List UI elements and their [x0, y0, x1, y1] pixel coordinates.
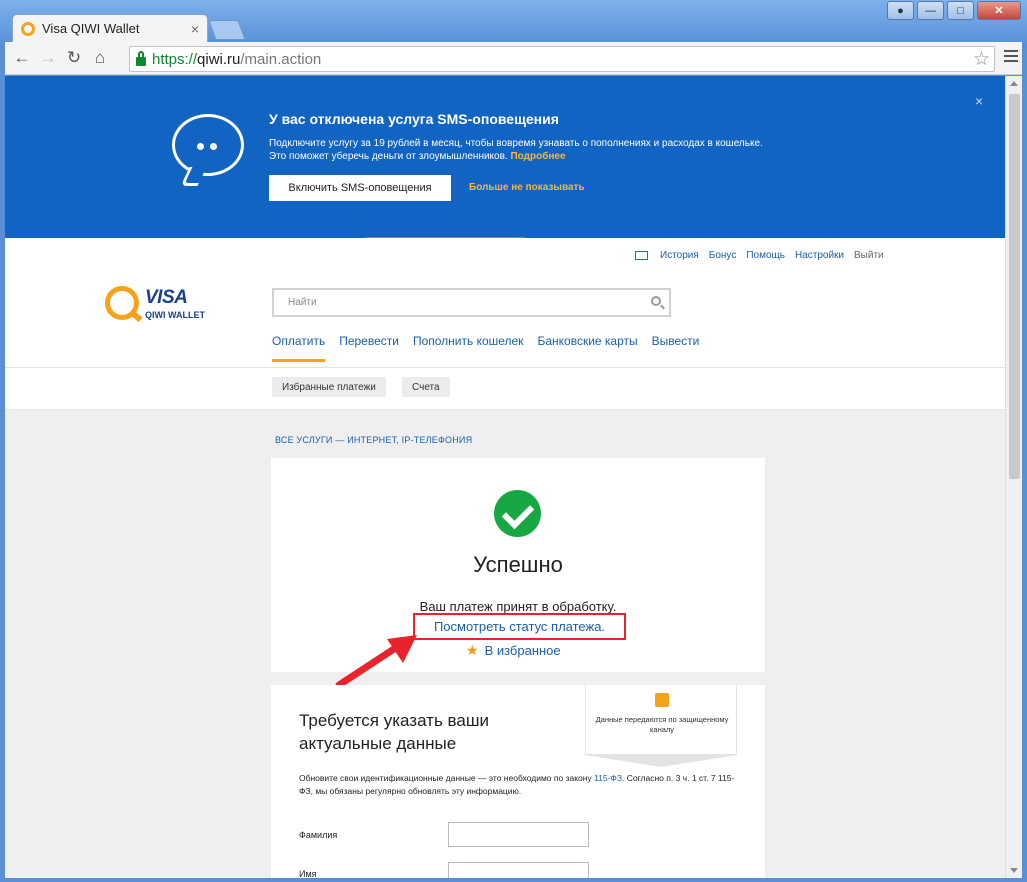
- padlock-icon: [655, 693, 669, 707]
- breadcrumb[interactable]: ВСЕ УСЛУГИ — ИНТЕРНЕТ, IP-ТЕЛЕФОНИЯ: [275, 435, 472, 445]
- red-pointer-arrow-icon: [335, 635, 417, 689]
- window-controls: ● — □ ✕: [887, 1, 1021, 20]
- add-to-favorites-link[interactable]: ★ В избранное: [466, 642, 561, 659]
- banner-text: Подключите услугу за 19 рублей в месяц, …: [269, 138, 763, 162]
- scroll-thumb[interactable]: [1009, 94, 1020, 479]
- nav-bank-cards[interactable]: Банковские карты: [537, 334, 637, 362]
- mail-icon[interactable]: [635, 251, 648, 260]
- favorite-payments-tab[interactable]: Избранные платежи: [272, 377, 386, 397]
- success-message: Ваш платеж принят в обработку.: [419, 599, 617, 614]
- dont-show-again-link[interactable]: Больше не показывать: [469, 182, 585, 193]
- search-icon[interactable]: [651, 296, 661, 306]
- new-tab-button[interactable]: [208, 20, 246, 40]
- view-payment-status-link[interactable]: Посмотреть статус платежа.: [413, 613, 626, 640]
- chat-bubble-icon: [172, 114, 244, 176]
- update-data-title: Требуется указать ваши актуальные данные: [299, 711, 489, 753]
- back-arrow-icon[interactable]: ←: [9, 45, 35, 71]
- help-link[interactable]: Помощь: [746, 250, 785, 261]
- settings-link[interactable]: Настройки: [795, 250, 844, 261]
- bookmark-star-icon[interactable]: ☆: [973, 48, 990, 71]
- forward-arrow-icon[interactable]: →: [35, 45, 61, 71]
- qiwi-logo-icon: [105, 286, 139, 320]
- update-info-text: Обновите свои идентификационные данные —…: [299, 773, 735, 796]
- secure-lock-icon: [136, 50, 146, 66]
- banner-title: У вас отключена услуга SMS-оповещения: [269, 111, 559, 127]
- enable-sms-button[interactable]: Включить SMS-оповещения: [269, 175, 451, 201]
- window-titlebar: Visa QIWI Wallet × ● — □ ✕: [0, 0, 1027, 42]
- account-links: История Бонус Помощь Настройки Выйти: [635, 250, 884, 261]
- page-scrollbar[interactable]: [1005, 76, 1022, 878]
- scroll-down-icon[interactable]: [1010, 868, 1018, 873]
- banner-close-icon[interactable]: ×: [975, 93, 983, 109]
- scroll-up-icon[interactable]: [1010, 81, 1018, 86]
- name-label: Имя: [299, 869, 317, 878]
- minimize-button[interactable]: —: [917, 1, 944, 20]
- sub-navigation: Избранные платежи Счета: [5, 368, 1005, 410]
- qiwi-favicon-icon: [21, 21, 35, 36]
- surname-field[interactable]: [448, 822, 589, 847]
- checkmark-icon: [494, 490, 541, 537]
- nav-withdraw[interactable]: Вывести: [652, 334, 700, 362]
- history-link[interactable]: История: [660, 250, 699, 261]
- secure-channel-badge: Данные передаются по защищенному каналу: [585, 685, 737, 767]
- browser-menu-icon[interactable]: [1004, 50, 1018, 65]
- url-text: https://qiwi.ru/main.action: [152, 50, 322, 68]
- law-115-link[interactable]: 115-ФЗ: [594, 773, 622, 783]
- close-window-button[interactable]: ✕: [977, 1, 1021, 20]
- reload-icon[interactable]: ↻: [61, 45, 87, 71]
- home-icon[interactable]: ⌂: [87, 45, 113, 71]
- main-nav: Оплатить Перевести Пополнить кошелек Бан…: [272, 334, 699, 362]
- bonus-link[interactable]: Бонус: [709, 250, 737, 261]
- bills-tab[interactable]: Счета: [402, 377, 450, 397]
- nav-transfer[interactable]: Перевести: [339, 334, 399, 362]
- nav-pay[interactable]: Оплатить: [272, 334, 326, 362]
- surname-label: Фамилия: [299, 830, 338, 840]
- search-input[interactable]: Найти: [272, 288, 671, 317]
- maximize-button[interactable]: □: [947, 1, 974, 20]
- tab-close-icon[interactable]: ×: [191, 21, 199, 37]
- visa-qiwi-wallet-logo[interactable]: VISA QIWI WALLET: [105, 282, 225, 332]
- star-icon: ★: [466, 642, 479, 658]
- more-info-link[interactable]: Подробнее: [510, 151, 565, 162]
- nav-topup[interactable]: Пополнить кошелек: [413, 334, 524, 362]
- page-viewport: У вас отключена услуга SMS-оповещения По…: [5, 76, 1022, 878]
- browser-toolbar: ← → ↻ ⌂ https://qiwi.ru/main.action ☆: [5, 42, 1022, 75]
- browser-tab[interactable]: Visa QIWI Wallet ×: [12, 14, 208, 42]
- logout-link[interactable]: Выйти: [854, 250, 884, 261]
- update-data-card: Требуется указать ваши актуальные данные…: [271, 685, 765, 878]
- success-title: Успешно: [473, 552, 563, 577]
- site-header: История Бонус Помощь Настройки Выйти VIS…: [5, 238, 1005, 368]
- address-bar[interactable]: https://qiwi.ru/main.action ☆: [129, 46, 995, 72]
- sms-banner: У вас отключена услуга SMS-оповещения По…: [5, 76, 1005, 239]
- name-field[interactable]: [448, 862, 589, 878]
- tab-title: Visa QIWI Wallet: [42, 21, 140, 36]
- user-profile-icon[interactable]: ●: [887, 1, 914, 20]
